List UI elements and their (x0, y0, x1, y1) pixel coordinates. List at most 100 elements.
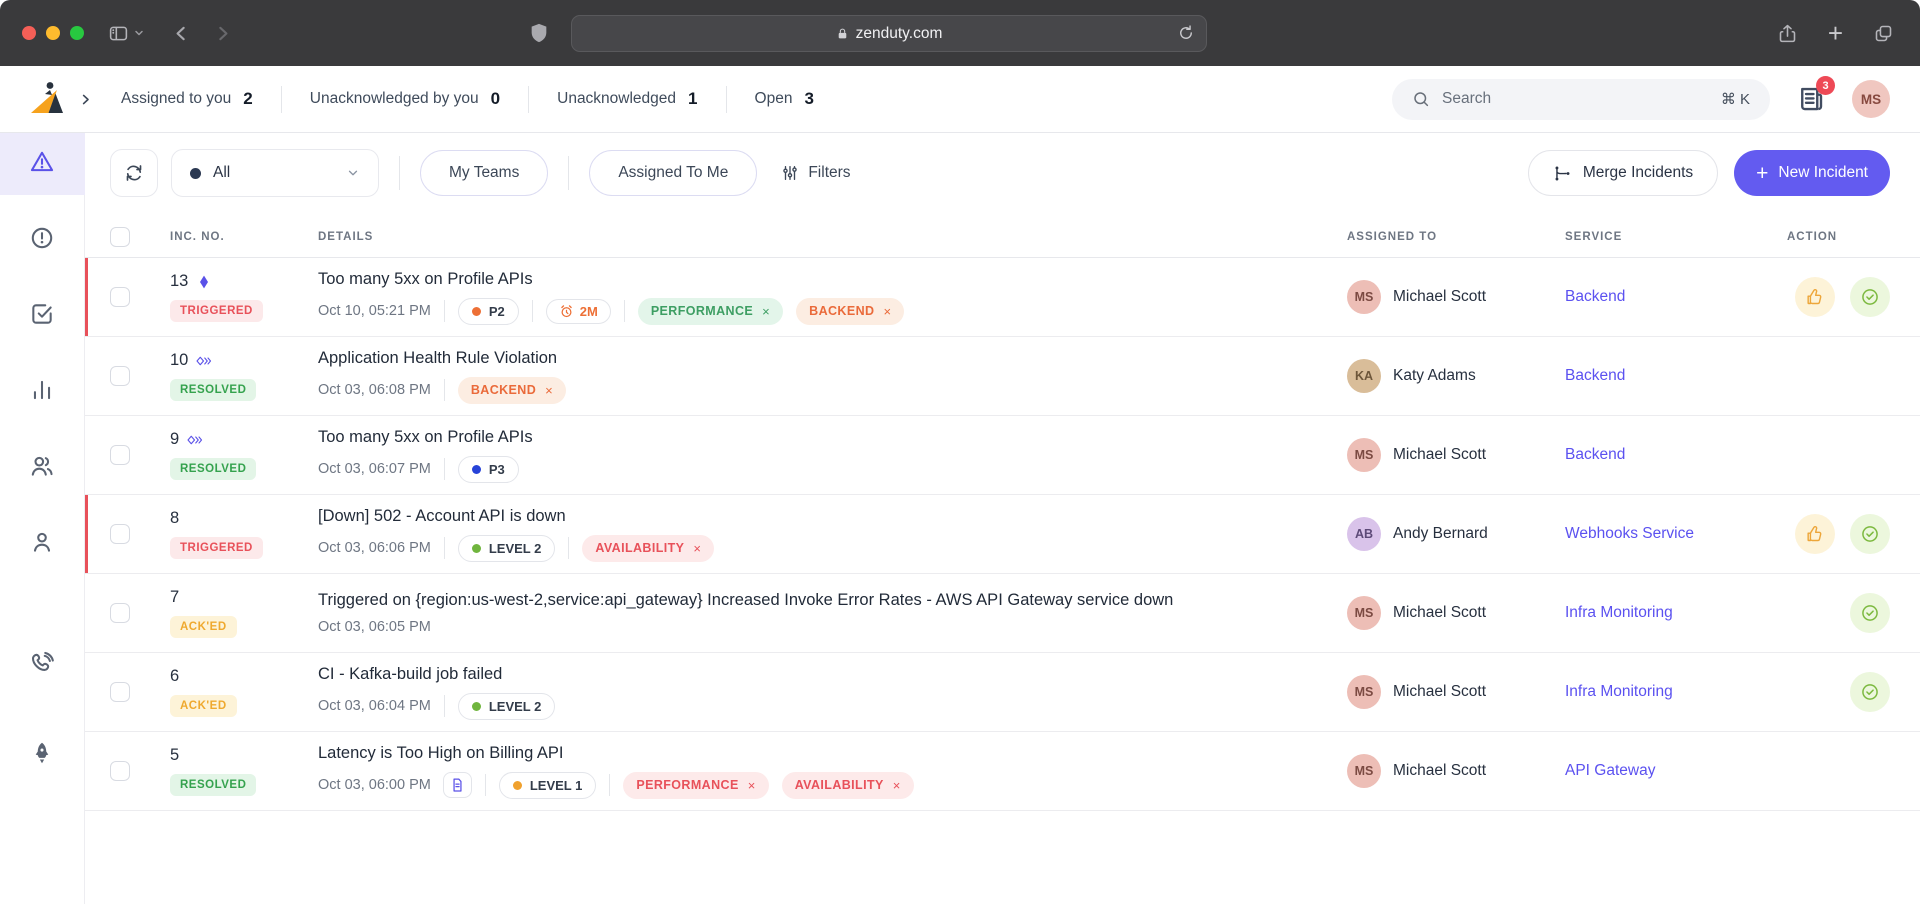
resolve-button[interactable] (1850, 672, 1890, 712)
sidebar-item-alert-triangle[interactable] (0, 133, 85, 195)
my-teams-button[interactable]: My Teams (420, 150, 548, 196)
tag-badge[interactable]: AVAILABILITY× (582, 535, 714, 562)
tab-assigned-to-you[interactable]: Assigned to you 2 (105, 89, 281, 109)
user-avatar[interactable]: MS (1852, 80, 1890, 118)
chevron-down-icon[interactable] (133, 27, 145, 39)
privacy-shield-icon[interactable] (528, 22, 550, 49)
incident-title[interactable]: CI - Kafka-build job failed (318, 665, 502, 684)
incident-row[interactable]: 6ACK'EDCI - Kafka-build job failedOct 03… (85, 653, 1920, 732)
tag-badge[interactable]: PERFORMANCE× (638, 298, 783, 325)
team-icon (29, 453, 55, 484)
resolve-button[interactable] (1850, 514, 1890, 554)
sidebar-item-alert-circle[interactable] (0, 209, 85, 271)
status-badge: RESOLVED (170, 458, 256, 480)
forward-icon[interactable] (212, 23, 233, 44)
merge-incidents-button[interactable]: Merge Incidents (1528, 150, 1718, 196)
sla-timer-badge[interactable]: 2M (546, 299, 611, 324)
tag-badge[interactable]: PERFORMANCE× (623, 772, 768, 799)
filters-button[interactable]: Filters (781, 164, 850, 182)
sidebar-item-task-check[interactable] (0, 285, 85, 347)
incident-title[interactable]: Too many 5xx on Profile APIs (318, 270, 533, 289)
remove-tag-icon[interactable]: × (762, 304, 770, 319)
row-checkbox[interactable] (110, 761, 130, 781)
incident-row[interactable]: 8TRIGGERED[Down] 502 - Account API is do… (85, 495, 1920, 574)
incident-title[interactable]: Latency is Too High on Billing API (318, 744, 564, 763)
reload-icon[interactable] (1177, 24, 1195, 42)
back-icon[interactable] (171, 23, 192, 44)
acknowledge-button[interactable] (1795, 514, 1835, 554)
priority-badge[interactable]: LEVEL 2 (458, 535, 556, 562)
priority-badge[interactable]: LEVEL 2 (458, 693, 556, 720)
priority-badge[interactable]: P3 (458, 456, 519, 483)
service-link[interactable]: Infra Monitoring (1565, 604, 1673, 622)
sidebar-item-user[interactable] (0, 513, 85, 575)
sidebar-item-team[interactable] (0, 437, 85, 499)
service-link[interactable]: Backend (1565, 446, 1625, 464)
postmortem-doc-badge[interactable] (443, 772, 472, 798)
new-tab-icon[interactable]: + (1828, 20, 1843, 46)
row-checkbox[interactable] (110, 682, 130, 702)
sidebar-item-bar-chart[interactable] (0, 361, 85, 423)
incident-title[interactable]: Application Health Rule Violation (318, 349, 557, 368)
assigned-to-me-button[interactable]: Assigned To Me (589, 150, 757, 196)
incident-title[interactable]: Too many 5xx on Profile APIs (318, 428, 533, 447)
service-link[interactable]: Backend (1565, 288, 1625, 306)
service-link[interactable]: Infra Monitoring (1565, 683, 1673, 701)
remove-tag-icon[interactable]: × (883, 304, 891, 319)
plus-icon: + (1756, 163, 1768, 184)
new-incident-button[interactable]: + New Incident (1734, 150, 1890, 196)
incident-row[interactable]: 9RESOLVEDToo many 5xx on Profile APIsOct… (85, 416, 1920, 495)
maximize-window-icon[interactable] (70, 26, 84, 40)
incident-row[interactable]: 10RESOLVEDApplication Health Rule Violat… (85, 337, 1920, 416)
row-checkbox[interactable] (110, 287, 130, 307)
resolve-button[interactable] (1850, 593, 1890, 633)
acknowledge-button[interactable] (1795, 277, 1835, 317)
meta-divider (624, 300, 625, 322)
service-link[interactable]: Webhooks Service (1565, 525, 1694, 543)
search-input[interactable]: Search ⌘ K (1392, 79, 1770, 120)
row-checkbox[interactable] (110, 366, 130, 386)
row-checkbox[interactable] (110, 603, 130, 623)
tab-open[interactable]: Open 3 (727, 89, 842, 109)
remove-tag-icon[interactable]: × (893, 778, 901, 793)
tag-badge[interactable]: BACKEND× (458, 377, 566, 404)
incident-row[interactable]: 7ACK'EDTriggered on {region:us-west-2,se… (85, 574, 1920, 653)
tag-badge[interactable]: AVAILABILITY× (782, 772, 914, 799)
row-checkbox[interactable] (110, 524, 130, 544)
refresh-button[interactable] (110, 149, 158, 197)
zenduty-logo[interactable] (28, 79, 68, 119)
minimize-window-icon[interactable] (46, 26, 60, 40)
sidebar-toggle-icon[interactable] (108, 23, 129, 44)
traffic-lights[interactable] (22, 26, 84, 40)
app-header: Assigned to you 2 Unacknowledged by you … (0, 66, 1920, 133)
sidebar-item-phone[interactable] (0, 635, 85, 697)
expand-nav-icon[interactable] (78, 92, 93, 107)
priority-badge[interactable]: LEVEL 1 (499, 772, 597, 799)
resolve-button[interactable] (1850, 277, 1890, 317)
priority-badge[interactable]: P2 (458, 298, 519, 325)
meta-divider (444, 300, 445, 322)
remove-tag-icon[interactable]: × (748, 778, 756, 793)
notifications-button[interactable]: 3 (1796, 84, 1826, 114)
remove-tag-icon[interactable]: × (693, 541, 701, 556)
address-bar[interactable]: zenduty.com (571, 15, 1207, 52)
team-filter-select[interactable]: All (171, 149, 379, 197)
status-badge: ACK'ED (170, 616, 237, 638)
tag-badge[interactable]: BACKEND× (796, 298, 904, 325)
tab-overview-icon[interactable] (1873, 23, 1894, 44)
sidebar-item-rocket[interactable] (0, 724, 85, 786)
tab-unacknowledged[interactable]: Unacknowledged 1 (529, 89, 725, 109)
service-link[interactable]: API Gateway (1565, 762, 1655, 780)
incident-row[interactable]: 13TRIGGEREDToo many 5xx on Profile APIsO… (85, 258, 1920, 337)
close-window-icon[interactable] (22, 26, 36, 40)
tab-unacknowledged-by-you[interactable]: Unacknowledged by you 0 (282, 89, 528, 109)
incident-title[interactable]: Triggered on {region:us-west-2,service:a… (318, 591, 1173, 610)
share-icon[interactable] (1777, 23, 1798, 44)
select-all-checkbox[interactable] (110, 227, 130, 247)
service-link[interactable]: Backend (1565, 367, 1625, 385)
remove-tag-icon[interactable]: × (545, 383, 553, 398)
incident-row[interactable]: 5RESOLVEDLatency is Too High on Billing … (85, 732, 1920, 811)
meta-divider (485, 774, 486, 796)
row-checkbox[interactable] (110, 445, 130, 465)
incident-title[interactable]: [Down] 502 - Account API is down (318, 507, 566, 526)
